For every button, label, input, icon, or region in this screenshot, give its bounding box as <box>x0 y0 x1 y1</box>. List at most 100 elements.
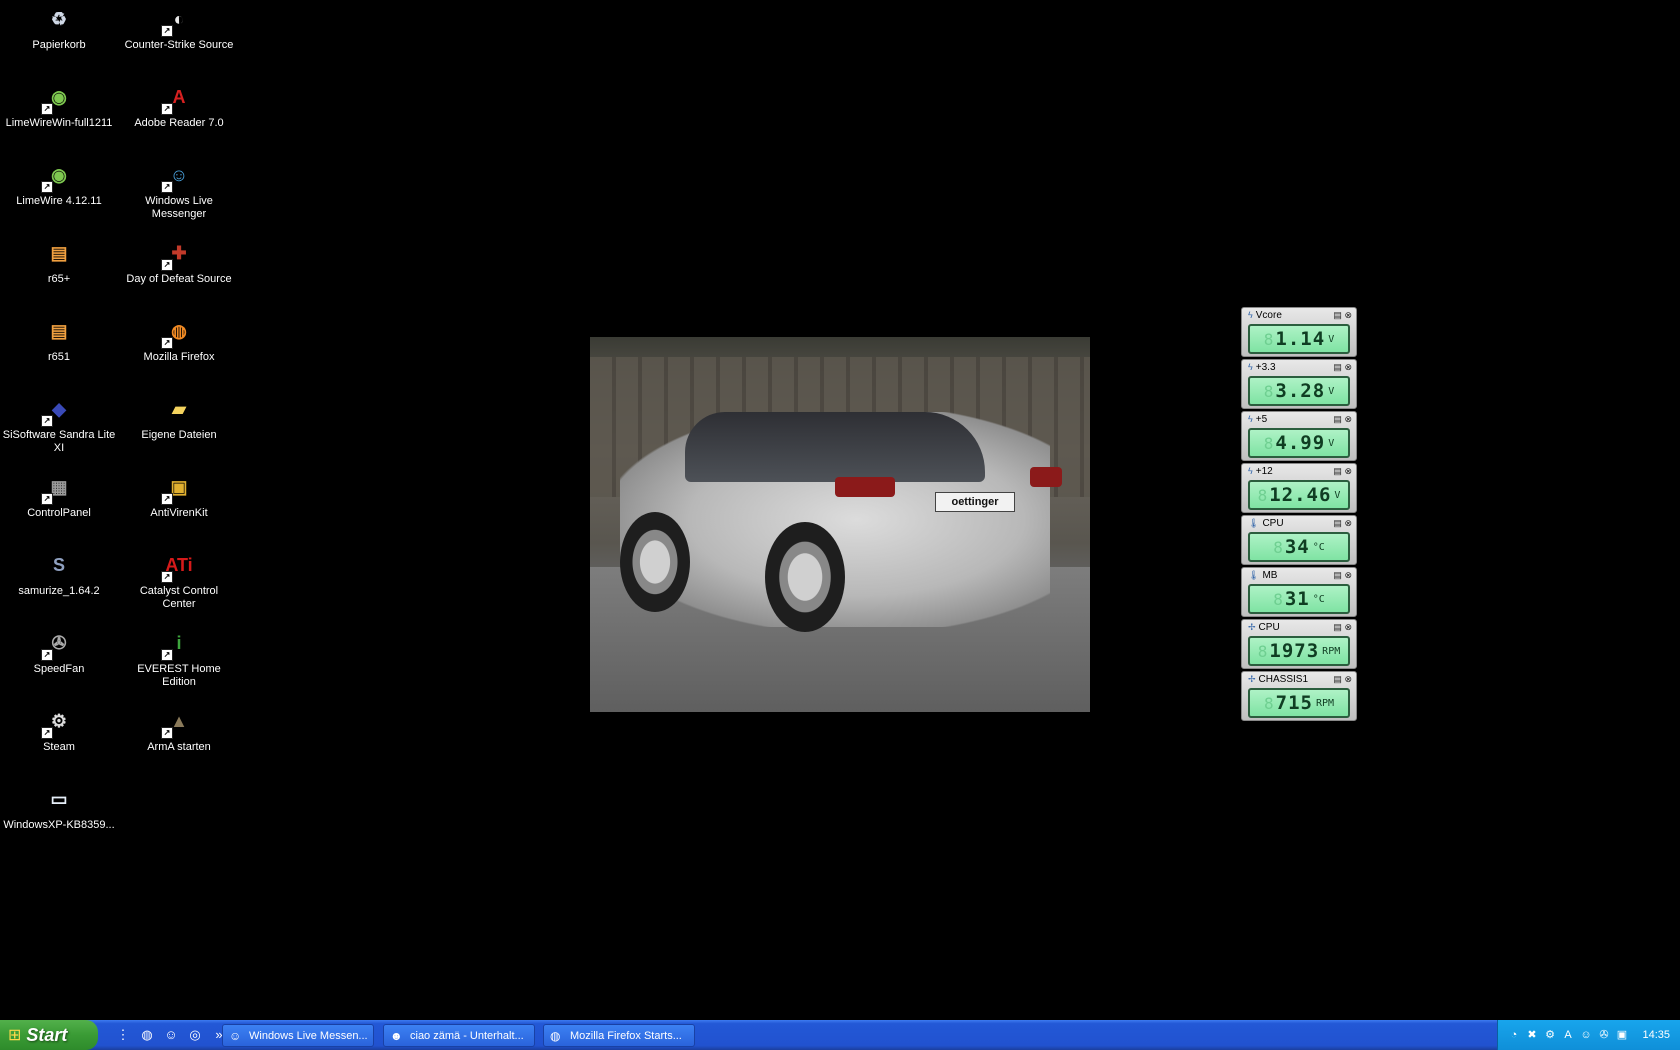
taskbar-button[interactable]: ☻ ciao zämä - Unterhalt... <box>383 1024 535 1047</box>
gadget-controls: ▤ ⊗ <box>1333 518 1352 529</box>
close-icon[interactable]: ⊗ <box>1344 622 1352 632</box>
desktop-icon[interactable]: ✚ ↗ Day of Defeat Source <box>120 237 238 286</box>
desktop-icon-label: LimeWireWin-full1211 <box>5 117 113 129</box>
menu-icon[interactable]: ▤ <box>1333 310 1342 320</box>
desktop-icon[interactable]: ♻ Papierkorb <box>0 3 118 52</box>
sensor-value: 31 <box>1284 588 1310 610</box>
messenger-icon: ☺ <box>229 1028 242 1043</box>
menu-icon[interactable]: ▤ <box>1333 570 1342 580</box>
desktop-icon-label: Mozilla Firefox <box>143 351 215 363</box>
speedfan-tray-icon[interactable]: ✇ <box>1596 1027 1612 1043</box>
desktop-icon[interactable]: ◆ ↗ SiSoftware Sandra Lite XI <box>0 393 118 455</box>
lcd-ghost-digits: 8 <box>1263 381 1274 401</box>
desktop-icon[interactable]: ◐ ↗ Counter-Strike Source <box>120 3 238 52</box>
menu-icon[interactable]: ▤ <box>1333 466 1342 476</box>
desktop-icon-label: WindowsXP-KB8359... <box>3 819 115 831</box>
sensor-gadget[interactable]: ✢ CHASSIS1 ▤ ⊗ 8 715 RPM <box>1241 671 1357 721</box>
limewire-icon: ◉ ↗ <box>41 159 75 193</box>
clock[interactable]: 14:35 <box>1642 1029 1670 1041</box>
desktop-icon[interactable]: ✇ ↗ SpeedFan <box>0 627 118 676</box>
gadget-title: ϟ +5 <box>1248 414 1267 425</box>
steam-tray-icon[interactable]: ⚙ <box>1542 1027 1558 1043</box>
menu-icon[interactable]: ▤ <box>1333 414 1342 424</box>
fan-icon: ✢ <box>1248 674 1256 684</box>
lcd-display: 8 31 °C <box>1248 584 1350 614</box>
desktop-icon[interactable]: i ↗ EVEREST Home Edition <box>120 627 238 689</box>
messenger-tray-icon[interactable]: ☺ <box>1578 1027 1594 1043</box>
gadget-label: Vcore <box>1255 310 1282 321</box>
close-icon[interactable]: ⊗ <box>1344 570 1352 580</box>
sensor-gadget[interactable]: ϟ Vcore ▤ ⊗ 8 1.14 V <box>1241 307 1357 357</box>
close-icon[interactable]: ⊗ <box>1344 518 1352 528</box>
shortcut-arrow-icon: ↗ <box>161 649 173 661</box>
display-tray-icon[interactable]: ▣ <box>1614 1027 1630 1043</box>
gadget-label: CPU <box>1258 622 1280 633</box>
media-player-icon[interactable]: ◎ <box>186 1026 204 1044</box>
desktop-icon[interactable]: ▭ WindowsXP-KB8359... <box>0 783 118 832</box>
taskbar-button[interactable]: ◍ Mozilla Firefox Starts... <box>543 1024 695 1047</box>
desktop-icon[interactable]: ☺ ↗ Windows Live Messenger <box>120 159 238 221</box>
desktop-icon[interactable]: ▰ Eigene Dateien <box>120 393 238 442</box>
chat-icon: ☻ <box>390 1028 403 1043</box>
antivirus-tray-icon[interactable]: ✖ <box>1524 1027 1540 1043</box>
start-button[interactable]: ⊞ Start <box>0 1020 98 1050</box>
sensor-gadget[interactable]: 🌡 MB ▤ ⊗ 8 31 °C <box>1241 567 1357 617</box>
lcd-display: 8 715 RPM <box>1248 688 1350 718</box>
desktop-icon[interactable]: ◉ ↗ LimeWire 4.12.11 <box>0 159 118 208</box>
shortcut-arrow-icon: ↗ <box>41 649 53 661</box>
close-icon[interactable]: ⊗ <box>1344 362 1352 372</box>
car-wheel <box>620 512 690 612</box>
sensor-gadget[interactable]: 🌡 CPU ▤ ⊗ 8 34 °C <box>1241 515 1357 565</box>
sensor-gadget[interactable]: ϟ +12 ▤ ⊗ 8 12.46 V <box>1241 463 1357 513</box>
gadget-title: ϟ +3.3 <box>1248 362 1276 373</box>
sensor-gadget[interactable]: ϟ +3.3 ▤ ⊗ 8 3.28 V <box>1241 359 1357 409</box>
shortcut-arrow-icon: ↗ <box>161 25 173 37</box>
gadget-controls: ▤ ⊗ <box>1333 310 1352 321</box>
menu-icon[interactable]: ▤ <box>1333 518 1342 528</box>
ati-tray-icon[interactable]: A <box>1560 1027 1576 1043</box>
thermometer-icon: 🌡 <box>1248 570 1260 580</box>
desktop-icon[interactable]: ▤ r65+ <box>0 237 118 286</box>
file-icon: ▤ <box>50 242 68 263</box>
desktop-icon[interactable]: ATi ↗ Catalyst Control Center <box>120 549 238 611</box>
shortcut-arrow-icon: ↗ <box>161 493 173 505</box>
adobe-reader-icon: A ↗ <box>161 81 195 115</box>
desktop-icon[interactable]: ⚙ ↗ Steam <box>0 705 118 754</box>
shortcut-arrow-icon: ↗ <box>161 727 173 739</box>
desktop-icon[interactable]: ▣ ↗ AntiVirenKit <box>120 471 238 520</box>
control-panel-icon: ▦ ↗ <box>41 471 75 505</box>
sensor-gadget[interactable]: ✢ CPU ▤ ⊗ 8 1973 RPM <box>1241 619 1357 669</box>
taskbar-button-label: Mozilla Firefox Starts... <box>570 1029 682 1042</box>
desktop-icon[interactable]: A ↗ Adobe Reader 7.0 <box>120 81 238 130</box>
desktop-icon[interactable]: ▦ ↗ ControlPanel <box>0 471 118 520</box>
lcd-ghost-digits: 8 <box>1263 433 1274 453</box>
shortcut-arrow-icon: ↗ <box>161 571 173 583</box>
gadget-label: CPU <box>1262 518 1284 529</box>
day-of-defeat-icon: ✚ ↗ <box>161 237 195 271</box>
desktop-icon-label: SpeedFan <box>33 663 85 675</box>
desktop-icon[interactable]: ◉ ↗ LimeWireWin-full1211 <box>0 81 118 130</box>
network-icon[interactable]: ◔ <box>1506 1027 1522 1043</box>
gadget-label: CHASSIS1 <box>1258 674 1309 685</box>
menu-icon[interactable]: ▤ <box>1333 362 1342 372</box>
thermometer-icon: 🌡 <box>1248 518 1260 528</box>
desktop-icon[interactable]: ◍ ↗ Mozilla Firefox <box>120 315 238 364</box>
menu-icon[interactable]: ▤ <box>1333 622 1342 632</box>
desktop-icon[interactable]: ▲ ↗ ArmA starten <box>120 705 238 754</box>
sensor-gadget[interactable]: ϟ +5 ▤ ⊗ 8 4.99 V <box>1241 411 1357 461</box>
toolbar-grip-icon[interactable]: ⋮ <box>114 1026 132 1044</box>
menu-icon[interactable]: ▤ <box>1333 674 1342 684</box>
messenger-icon[interactable]: ☺ <box>162 1026 180 1044</box>
close-icon[interactable]: ⊗ <box>1344 414 1352 424</box>
close-icon[interactable]: ⊗ <box>1344 466 1352 476</box>
taskbar-button[interactable]: ☺ Windows Live Messen... <box>222 1024 374 1047</box>
desktop-icon[interactable]: Ssamurize_1.64.2 <box>0 549 118 598</box>
desktop-icon[interactable]: ▤ r651 <box>0 315 118 364</box>
gadget-controls: ▤ ⊗ <box>1333 466 1352 477</box>
firefox-icon[interactable]: ◍ <box>138 1026 156 1044</box>
sensor-unit: V <box>1328 385 1335 397</box>
close-icon[interactable]: ⊗ <box>1344 310 1352 320</box>
sensor-value: 3.28 <box>1275 380 1326 402</box>
sensor-unit: °C <box>1312 593 1325 605</box>
close-icon[interactable]: ⊗ <box>1344 674 1352 684</box>
